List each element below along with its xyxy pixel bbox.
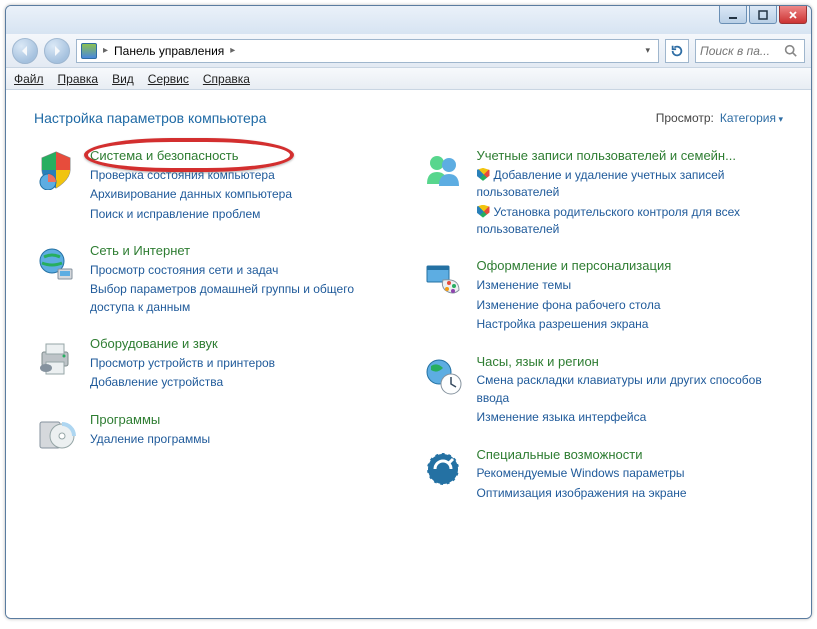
close-button[interactable] — [779, 6, 807, 24]
users-icon — [421, 148, 465, 192]
category-users: Учетные записи пользователей и семейн...… — [421, 148, 784, 238]
category-hardware: Оборудование и звук Просмотр устройств и… — [34, 336, 397, 392]
category-network: Сеть и Интернет Просмотр состояния сети … — [34, 243, 397, 316]
control-panel-window: ▸ Панель управления ▸ ▾ Файл Правка Вид … — [5, 5, 812, 619]
category-link-ease[interactable]: Специальные возможности — [477, 447, 687, 464]
disc-box-icon — [34, 412, 78, 456]
globe-network-icon — [34, 243, 78, 287]
address-dropdown[interactable]: ▾ — [641, 45, 654, 56]
category-clock: Часы, язык и регион Смена раскладки клав… — [421, 354, 784, 427]
printer-icon — [34, 336, 78, 380]
breadcrumb-root[interactable]: Панель управления — [114, 44, 224, 58]
sublink[interactable]: Изменение языка интерфейса — [477, 409, 784, 426]
sublink[interactable]: Изменение темы — [477, 277, 672, 294]
search-icon — [784, 44, 797, 57]
view-control: Просмотр: Категория — [656, 111, 783, 125]
sublink[interactable]: Удаление программы — [90, 431, 210, 448]
menu-tools[interactable]: Сервис — [148, 72, 189, 86]
category-link-network[interactable]: Сеть и Интернет — [90, 243, 397, 260]
sublink[interactable]: Архивирование данных компьютера — [90, 186, 292, 203]
category-link-system[interactable]: Система и безопасность — [90, 148, 292, 165]
sublink[interactable]: Оптимизация изображения на экране — [477, 485, 687, 502]
content-area: Настройка параметров компьютера Просмотр… — [6, 90, 811, 618]
sublink[interactable]: Просмотр устройств и принтеров — [90, 355, 275, 372]
category-link-hardware[interactable]: Оборудование и звук — [90, 336, 275, 353]
sublink[interactable]: Поиск и исправление проблем — [90, 206, 292, 223]
sublink[interactable]: Добавление и удаление учетных записей по… — [477, 167, 784, 202]
menubar: Файл Правка Вид Сервис Справка — [6, 68, 811, 90]
sublink[interactable]: Добавление устройства — [90, 374, 275, 391]
breadcrumb-sep-icon: ▸ — [103, 45, 108, 56]
maximize-button[interactable] — [749, 6, 777, 24]
titlebar — [6, 6, 811, 34]
category-link-appearance[interactable]: Оформление и персонализация — [477, 258, 672, 275]
page-title: Настройка параметров компьютера — [34, 110, 266, 126]
menu-file[interactable]: Файл — [14, 72, 44, 86]
search-input[interactable] — [700, 44, 780, 58]
breadcrumb-sep-icon: ▸ — [230, 45, 235, 56]
clock-globe-icon — [421, 354, 465, 398]
sublink[interactable]: Рекомендуемые Windows параметры — [477, 465, 687, 482]
category-link-clock[interactable]: Часы, язык и регион — [477, 354, 784, 371]
forward-button[interactable] — [44, 38, 70, 64]
sublink[interactable]: Настройка разрешения экрана — [477, 316, 672, 333]
menu-view[interactable]: Вид — [112, 72, 134, 86]
category-programs: Программы Удаление программы — [34, 412, 397, 456]
back-button[interactable] — [12, 38, 38, 64]
minimize-button[interactable] — [719, 6, 747, 24]
sublink[interactable]: Установка родительского контроля для все… — [477, 204, 784, 239]
control-panel-icon — [81, 43, 97, 59]
category-link-users[interactable]: Учетные записи пользователей и семейн... — [477, 148, 784, 165]
sublink[interactable]: Выбор параметров домашней группы и общег… — [90, 281, 397, 316]
sublink[interactable]: Изменение фона рабочего стола — [477, 297, 672, 314]
menu-edit[interactable]: Правка — [58, 72, 99, 86]
category-appearance: Оформление и персонализация Изменение те… — [421, 258, 784, 333]
menu-help[interactable]: Справка — [203, 72, 250, 86]
sublink[interactable]: Смена раскладки клавиатуры или других сп… — [477, 372, 784, 407]
sublink[interactable]: Проверка состояния компьютера — [90, 167, 292, 184]
view-label: Просмотр: — [656, 111, 714, 125]
view-dropdown[interactable]: Категория — [720, 111, 783, 125]
shield-icon — [34, 148, 78, 192]
ease-of-access-icon — [421, 447, 465, 491]
category-system-security: Система и безопасность Проверка состояни… — [34, 148, 397, 223]
category-ease-of-access: Специальные возможности Рекомендуемые Wi… — [421, 447, 784, 503]
sublink[interactable]: Просмотр состояния сети и задач — [90, 262, 397, 279]
category-link-programs[interactable]: Программы — [90, 412, 210, 429]
navbar: ▸ Панель управления ▸ ▾ — [6, 34, 811, 68]
appearance-icon — [421, 258, 465, 302]
search-box[interactable] — [695, 39, 805, 63]
refresh-button[interactable] — [665, 39, 689, 63]
address-bar[interactable]: ▸ Панель управления ▸ ▾ — [76, 39, 659, 63]
